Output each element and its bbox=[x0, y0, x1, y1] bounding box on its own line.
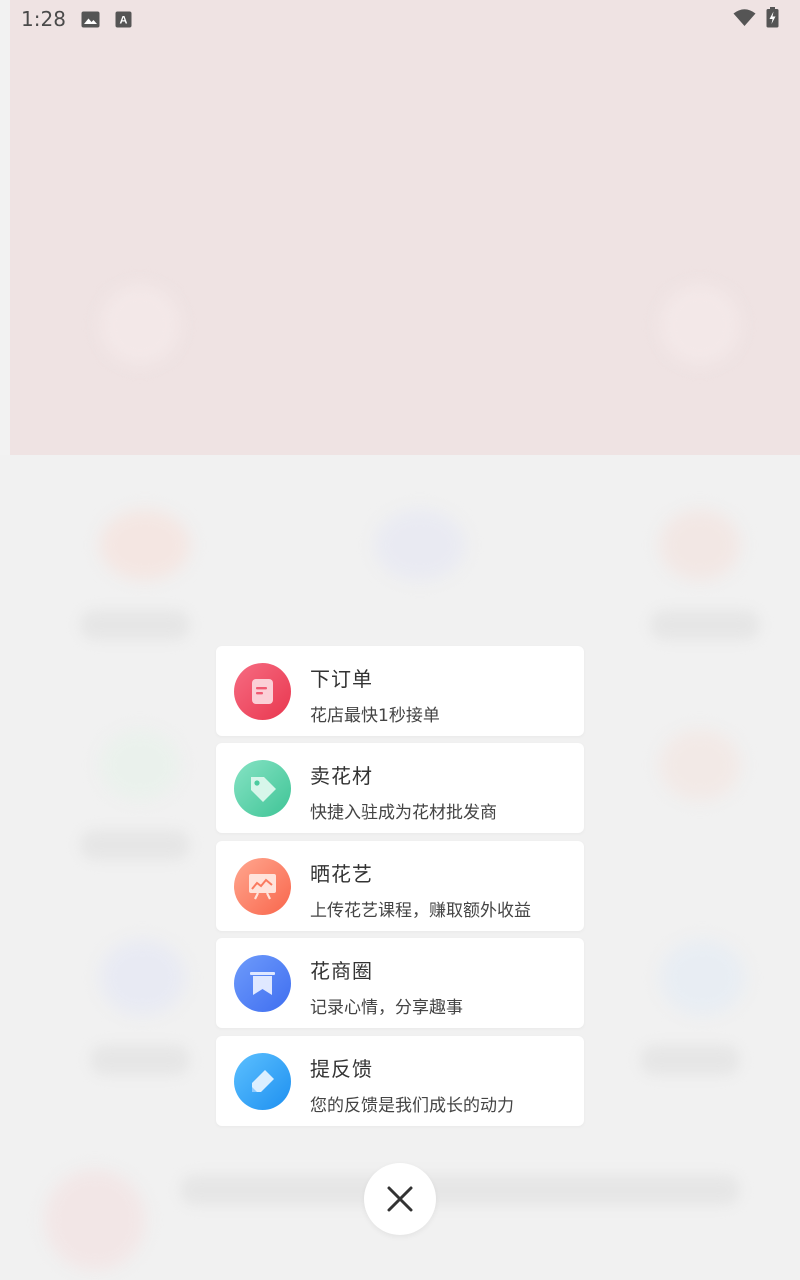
background-blob bbox=[660, 940, 745, 1015]
background-bar bbox=[180, 1175, 740, 1205]
background-blob bbox=[660, 510, 740, 580]
menu-item-title: 提反馈 bbox=[310, 1057, 373, 1081]
menu-item-business-circle[interactable]: 花商圈 记录心情，分享趣事 bbox=[216, 938, 584, 1028]
background-blob bbox=[660, 285, 740, 365]
background-bar bbox=[80, 830, 190, 860]
presentation-board-icon bbox=[234, 858, 291, 915]
menu-item-title: 下订单 bbox=[310, 667, 373, 691]
status-time: 1:28 bbox=[21, 7, 66, 31]
price-tag-icon bbox=[234, 760, 291, 817]
background-bar bbox=[640, 1045, 740, 1075]
menu-item-feedback[interactable]: 提反馈 您的反馈是我们成长的动力 bbox=[216, 1036, 584, 1126]
background-blob bbox=[100, 285, 180, 365]
order-doc-icon bbox=[234, 663, 291, 720]
menu-item-show-arrangement[interactable]: 晒花艺 上传花艺课程，赚取额外收益 bbox=[216, 841, 584, 931]
background-bar bbox=[90, 1045, 190, 1075]
close-icon bbox=[387, 1186, 413, 1212]
menu-item-place-order[interactable]: 下订单 花店最快1秒接单 bbox=[216, 646, 584, 736]
menu-item-sell-materials[interactable]: 卖花材 快捷入驻成为花材批发商 bbox=[216, 743, 584, 833]
menu-item-title: 花商圈 bbox=[310, 959, 373, 983]
menu-item-subtitle: 上传花艺课程，赚取额外收益 bbox=[310, 901, 531, 921]
menu-item-title: 卖花材 bbox=[310, 764, 373, 788]
background-blob bbox=[100, 510, 190, 580]
close-button[interactable] bbox=[364, 1163, 436, 1235]
bookmark-icon bbox=[234, 955, 291, 1012]
image-icon bbox=[81, 9, 100, 33]
menu-item-title: 晒花艺 bbox=[310, 862, 373, 886]
background-blob bbox=[375, 510, 465, 580]
menu-item-subtitle: 记录心情，分享趣事 bbox=[310, 998, 463, 1018]
background-bar bbox=[650, 610, 760, 640]
menu-item-subtitle: 快捷入驻成为花材批发商 bbox=[310, 803, 497, 823]
background-bar bbox=[80, 610, 190, 640]
svg-text:A: A bbox=[120, 15, 128, 27]
a-font-icon: A bbox=[115, 9, 132, 33]
background-blob bbox=[45, 1170, 145, 1270]
menu-item-subtitle: 花店最快1秒接单 bbox=[310, 706, 440, 726]
background-header bbox=[10, 0, 800, 455]
background-blob bbox=[660, 730, 740, 800]
status-bar: 1:28 A bbox=[0, 0, 800, 38]
battery-charging-icon bbox=[766, 7, 779, 33]
wifi-icon bbox=[733, 8, 756, 32]
background-blob bbox=[100, 730, 180, 800]
background-blob bbox=[100, 940, 185, 1015]
menu-item-subtitle: 您的反馈是我们成长的动力 bbox=[310, 1096, 514, 1116]
pencil-edit-icon bbox=[234, 1053, 291, 1110]
